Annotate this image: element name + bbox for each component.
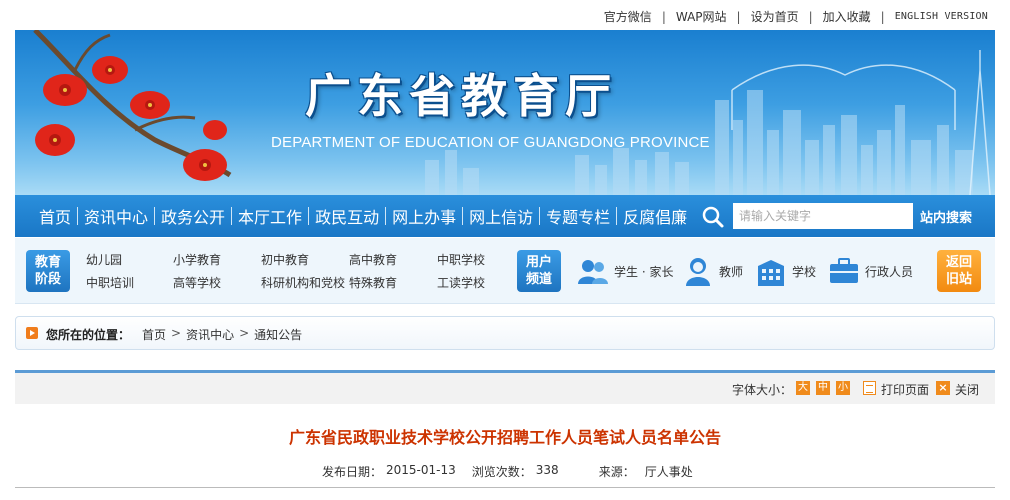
stage-research[interactable]: 科研机构和党校 [261, 274, 345, 291]
publish-date: 2015-01-13 [386, 463, 456, 477]
tag-line: 旧站 [945, 272, 972, 287]
nav-item-dept-work[interactable]: 本厅工作 [232, 204, 308, 228]
breadcrumb-path: 首页 > 资讯中心 > 通知公告 [142, 326, 302, 343]
chevron-right-icon: > [239, 326, 250, 340]
arrow-icon [26, 327, 38, 339]
view-count: 338 [535, 463, 559, 477]
top-links: 官方微信 | WAP网站 | 设为首页 | 加入收藏 | ENGLISH VER… [0, 0, 1010, 30]
breadcrumb: 您所在的位置： 首页 > 资讯中心 > 通知公告 [15, 316, 995, 350]
nav-item-home[interactable]: 首页 [33, 204, 77, 228]
tag-line: 阶段 [34, 272, 61, 287]
user-admin-staff[interactable]: 行政人员 [829, 258, 913, 284]
nav-item-special[interactable]: 专题专栏 [540, 204, 616, 228]
people-icon [578, 260, 608, 284]
main-nav: 首页 资讯中心 政务公开 本厅工作 政民互动 网上办事 网上信访 专题专栏 反腐… [15, 195, 995, 237]
user-label: 行政人员 [865, 264, 914, 279]
tag-line: 教育 [34, 255, 61, 270]
views-label: 浏览次数： [471, 465, 532, 479]
font-size-large-button[interactable]: 大 [796, 381, 810, 395]
education-stage-tag: 教育 阶段 [26, 250, 70, 292]
nav-item-gov-affairs[interactable]: 政务公开 [155, 204, 231, 228]
user-teacher[interactable]: 教师 [683, 256, 743, 286]
user-label: 学生 · 家长 [614, 264, 674, 279]
font-size-medium-button[interactable]: 中 [816, 381, 830, 395]
nav-item-anticorruption[interactable]: 反腐倡廉 [617, 204, 693, 228]
breadcrumb-notices[interactable]: 通知公告 [254, 326, 302, 343]
site-banner: 广东省教育厅 DEPARTMENT OF EDUCATION OF GUANGD… [15, 30, 995, 195]
separator: | [661, 9, 666, 24]
print-icon[interactable] [863, 381, 876, 395]
set-homepage-link[interactable]: 设为首页 [751, 8, 799, 25]
tag-line: 频道 [525, 272, 552, 287]
english-version-link[interactable]: ENGLISH VERSION [895, 11, 988, 22]
search-icon[interactable] [701, 205, 725, 229]
nav-item-news[interactable]: 资讯中心 [78, 204, 154, 228]
site-search-button[interactable]: 站内搜索 [920, 207, 972, 226]
divider [15, 487, 995, 488]
stage-higher[interactable]: 高等学校 [173, 274, 221, 291]
user-channel-tag: 用户 频道 [517, 250, 561, 292]
user-student-parent[interactable]: 学生 · 家长 [578, 258, 673, 284]
stage-kindergarten[interactable]: 幼儿园 [86, 251, 122, 268]
separator: | [808, 9, 813, 24]
stage-reform-school[interactable]: 工读学校 [437, 274, 485, 291]
source-value: 厅人事处 [644, 465, 693, 479]
user-label: 学校 [792, 264, 817, 279]
nav-item-interaction[interactable]: 政民互动 [309, 204, 385, 228]
font-size-small-button[interactable]: 小 [836, 381, 850, 395]
tag-line: 返回 [945, 255, 972, 270]
separator: | [880, 9, 885, 24]
user-label: 教师 [719, 264, 744, 279]
stage-vocational-training[interactable]: 中职培训 [86, 274, 134, 291]
nav-item-petition[interactable]: 网上信访 [463, 204, 539, 228]
user-school[interactable]: 学校 [756, 256, 816, 286]
breadcrumb-home[interactable]: 首页 [142, 326, 166, 343]
wechat-link[interactable]: 官方微信 [604, 8, 652, 25]
stage-junior[interactable]: 初中教育 [261, 251, 309, 268]
stage-special[interactable]: 特殊教育 [349, 274, 397, 291]
breadcrumb-news[interactable]: 资讯中心 [186, 326, 234, 343]
breadcrumb-label: 您所在的位置： [46, 328, 131, 342]
building-icon [758, 260, 784, 286]
site-title: 广东省教育厅 [305, 69, 617, 123]
chevron-right-icon: > [171, 326, 182, 340]
close-icon[interactable]: × [936, 381, 950, 395]
article-title: 广东省民政职业技术学校公开招聘工作人员笔试人员名单公告 [288, 428, 721, 447]
stage-senior[interactable]: 高中教育 [349, 251, 397, 268]
back-to-old-site-button[interactable]: 返回 旧站 [937, 250, 981, 292]
source-label: 来源： [598, 465, 635, 479]
add-favorite-link[interactable]: 加入收藏 [823, 8, 871, 25]
tag-line: 用户 [525, 255, 552, 270]
font-size-label: 字体大小： [732, 383, 793, 397]
close-button[interactable]: 关闭 [955, 381, 979, 398]
stage-primary[interactable]: 小学教育 [173, 251, 221, 268]
article-toolbar: 字体大小： 大 中 小 打印页面 × 关闭 [15, 370, 995, 404]
nav-item-online-service[interactable]: 网上办事 [386, 204, 462, 228]
teacher-icon [686, 258, 710, 286]
separator: | [736, 9, 741, 24]
briefcase-icon [830, 258, 858, 283]
publish-date-label: 发布日期： [322, 465, 383, 479]
wap-link[interactable]: WAP网站 [676, 8, 727, 25]
search-input[interactable] [733, 203, 913, 229]
article-meta: 发布日期： 2015-01-13 浏览次数： 338 来源： 厅人事处 [322, 463, 693, 480]
channel-bar: 教育 阶段 幼儿园 小学教育 初中教育 高中教育 中职学校 中职培训 高等学校 … [15, 238, 995, 304]
print-button[interactable]: 打印页面 [881, 381, 929, 398]
site-title-english: DEPARTMENT OF EDUCATION OF GUANGDONG PRO… [271, 134, 710, 151]
stage-vocational[interactable]: 中职学校 [437, 251, 485, 268]
